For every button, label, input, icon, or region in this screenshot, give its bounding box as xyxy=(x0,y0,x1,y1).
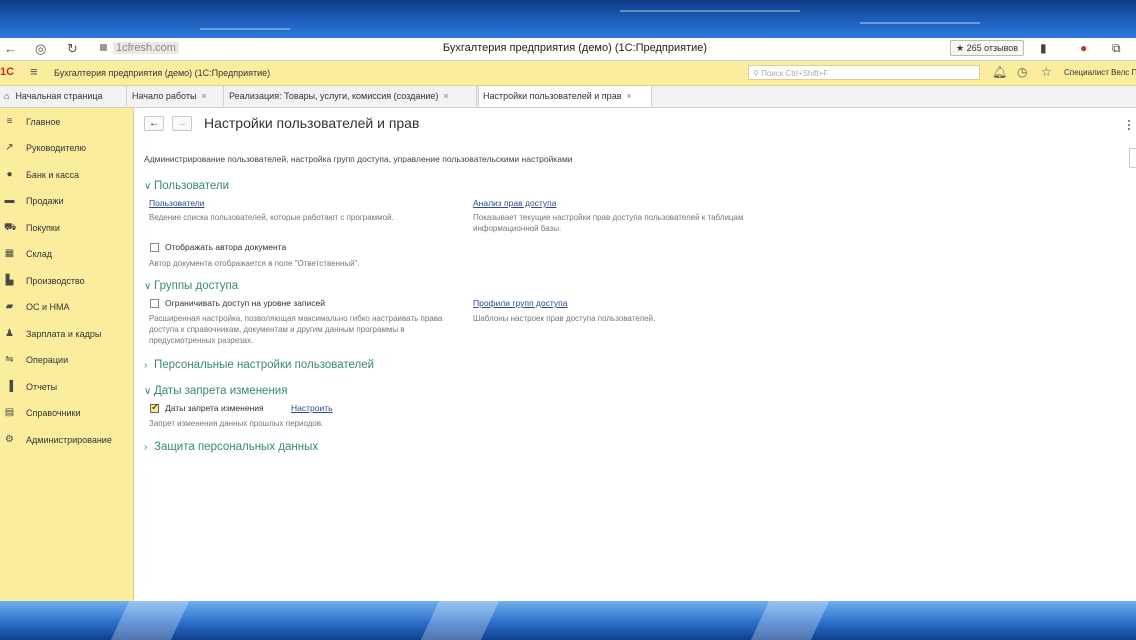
tab-bar: ⌂ Начальная страница Начало работы × Реали… xyxy=(0,86,1136,108)
section-access-groups[interactable]: ∨ Группы доступа xyxy=(144,280,238,292)
main-menu-icon[interactable]: ≡ xyxy=(30,64,38,79)
section-personal-data[interactable]: › Защита персональных данных xyxy=(144,441,318,453)
checkbox-icon[interactable] xyxy=(150,299,159,308)
desktop-background-bottom xyxy=(0,601,1136,640)
book-icon: ▤ xyxy=(4,407,15,418)
access-analysis-note: Показывает текущие настройки прав доступ… xyxy=(473,213,744,233)
access-analysis-link[interactable]: Анализ прав доступа xyxy=(473,198,557,208)
checkbox-checked-icon[interactable] xyxy=(150,402,159,413)
tab-home[interactable]: ⌂ Начальная страница xyxy=(0,86,127,106)
close-icon[interactable]: × xyxy=(201,91,206,101)
menu-icon: ≡ xyxy=(6,116,13,127)
window-title: Бухгалтерия предприятия (демо) (1С:Предп… xyxy=(442,42,708,54)
star-icon[interactable]: ☆ xyxy=(1041,65,1052,79)
app-header: 1С ≡ Бухгалтерия предприятия (демо) (1С:… xyxy=(0,61,1136,86)
sidebar-item-catalogs[interactable]: ▤ Справочники xyxy=(0,403,133,423)
extension-icon[interactable]: ● xyxy=(1080,41,1087,55)
users-note: Ведение списка пользователей, которые ра… xyxy=(149,213,394,222)
sidebar-item-sales[interactable]: ▬ Продажи xyxy=(0,191,133,211)
chevron-right-icon: › xyxy=(144,360,148,371)
author-note: Автор документа отображается в поле "Отв… xyxy=(149,259,360,268)
share-icon[interactable]: ⧉ xyxy=(1112,41,1121,56)
tab-start[interactable]: Начало работы × xyxy=(128,86,224,106)
history-icon[interactable]: ◷ xyxy=(1017,65,1027,79)
sidebar-item-reports[interactable]: ▐ Отчеты xyxy=(0,377,133,397)
bookmark-icon[interactable]: ▮ xyxy=(1040,41,1047,55)
chart-icon: ▐ xyxy=(5,381,14,392)
site-info-icon[interactable]: ◎ xyxy=(35,41,46,57)
gear-icon: ⚙ xyxy=(5,434,14,445)
sidebar-item-bank[interactable]: ● Банк и касса xyxy=(0,165,133,185)
show-author-checkbox[interactable]: Отображать автора документа xyxy=(150,242,286,252)
chevron-down-icon: ∨ xyxy=(144,386,152,397)
forward-button[interactable]: → xyxy=(172,116,192,131)
sidebar-item-administration[interactable]: ⚙ Администрирование xyxy=(0,430,133,450)
back-button[interactable]: ← xyxy=(144,116,164,131)
warehouse-icon: ▦ xyxy=(4,248,15,259)
page-title: Настройки пользователей и прав xyxy=(204,115,420,131)
coin-icon: ● xyxy=(6,169,13,180)
current-user[interactable]: Специалист Велс П xyxy=(1064,68,1136,77)
app-logo: 1С xyxy=(0,66,15,78)
cart-icon: ⛟ xyxy=(4,222,17,233)
app-title: Бухгалтерия предприятия (демо) (1С:Предп… xyxy=(54,68,271,78)
page-description: Администрирование пользователей, настрой… xyxy=(144,154,573,164)
sidebar-item-purchases[interactable]: ⛟ Покупки xyxy=(0,218,133,238)
reviews-badge[interactable]: ★ 265 отзывов xyxy=(950,40,1025,56)
back-arrow-icon[interactable]: ← xyxy=(4,41,17,57)
more-actions-icon[interactable] xyxy=(1128,120,1132,130)
access-profiles-link[interactable]: Профили групп доступа xyxy=(473,298,567,308)
sidebar-item-warehouse[interactable]: ▦ Склад xyxy=(0,244,133,264)
configure-link[interactable]: Настроить xyxy=(291,403,333,413)
bell-icon[interactable]: 🔔︎ xyxy=(992,65,1007,79)
checkbox-icon[interactable] xyxy=(150,243,159,252)
close-icon[interactable]: × xyxy=(443,91,448,101)
chevron-right-icon: › xyxy=(144,442,148,453)
sidebar-item-operations[interactable]: ⇋ Операции xyxy=(0,350,133,370)
sidebar-item-main[interactable]: ≡ Главное xyxy=(0,112,133,132)
browser-toolbar: ← ◎ ↻ 1cfresh.com Бухгалтерия предприяти… xyxy=(0,38,1136,61)
desktop-background-top xyxy=(0,0,1136,38)
factory-icon: ▙ xyxy=(5,275,14,286)
sidebar-item-salary[interactable]: ♟ Зарплата и кадры xyxy=(0,324,133,344)
search-input[interactable]: ⚲ Поиск Ctrl+Shift+F xyxy=(748,65,980,80)
section-change-dates[interactable]: ∨ Даты запрета изменения xyxy=(144,385,287,397)
change-dates-note: Запрет изменения данных прошлых периодов… xyxy=(149,419,324,428)
chevron-down-icon: ∨ xyxy=(144,181,152,192)
home-icon: ⌂ xyxy=(4,91,10,101)
tab-sales[interactable]: Реализация: Товары, услуги, комиссия (со… xyxy=(225,86,477,106)
operations-icon: ⇋ xyxy=(5,354,14,365)
restrict-records-checkbox[interactable]: Ограничивать доступ на уровне записей xyxy=(150,298,325,308)
close-icon[interactable]: × xyxy=(626,91,631,101)
lock-icon xyxy=(100,44,107,51)
main-content: ← → Настройки пользователей и прав Админ… xyxy=(134,108,1136,601)
sidebar-item-assets[interactable]: ▰ ОС и НМА xyxy=(0,297,133,317)
truck-icon: ▰ xyxy=(5,301,14,312)
address-bar[interactable]: 1cfresh.com xyxy=(100,41,179,56)
section-personal-settings[interactable]: › Персональные настройки пользователей xyxy=(144,359,374,371)
section-users[interactable]: ∨ Пользователи xyxy=(144,180,229,192)
tab-user-settings[interactable]: Настройки пользователей и прав × xyxy=(478,86,652,107)
reload-icon[interactable]: ↻ xyxy=(67,41,78,57)
restrict-records-note: Расширенная настройка, позволяющая макси… xyxy=(149,314,443,345)
change-dates-checkbox[interactable]: Даты запрета изменения xyxy=(150,402,264,413)
search-icon: ⚲ xyxy=(753,69,759,78)
chevron-down-icon: ∨ xyxy=(144,281,152,292)
users-link[interactable]: Пользователи xyxy=(149,198,204,208)
sidebar: ≡ Главное ↗ Руководителю ● Банк и касса ▬ Пр… xyxy=(0,108,134,601)
briefcase-icon: ▬ xyxy=(4,195,15,206)
person-icon: ♟ xyxy=(5,328,14,339)
trend-icon: ↗ xyxy=(5,142,14,153)
sidebar-item-manager[interactable]: ↗ Руководителю xyxy=(0,138,133,158)
side-panel-toggle[interactable] xyxy=(1129,148,1136,168)
sidebar-item-production[interactable]: ▙ Производство xyxy=(0,271,133,291)
access-profiles-note: Шаблоны настроек прав доступа пользовате… xyxy=(473,314,656,323)
